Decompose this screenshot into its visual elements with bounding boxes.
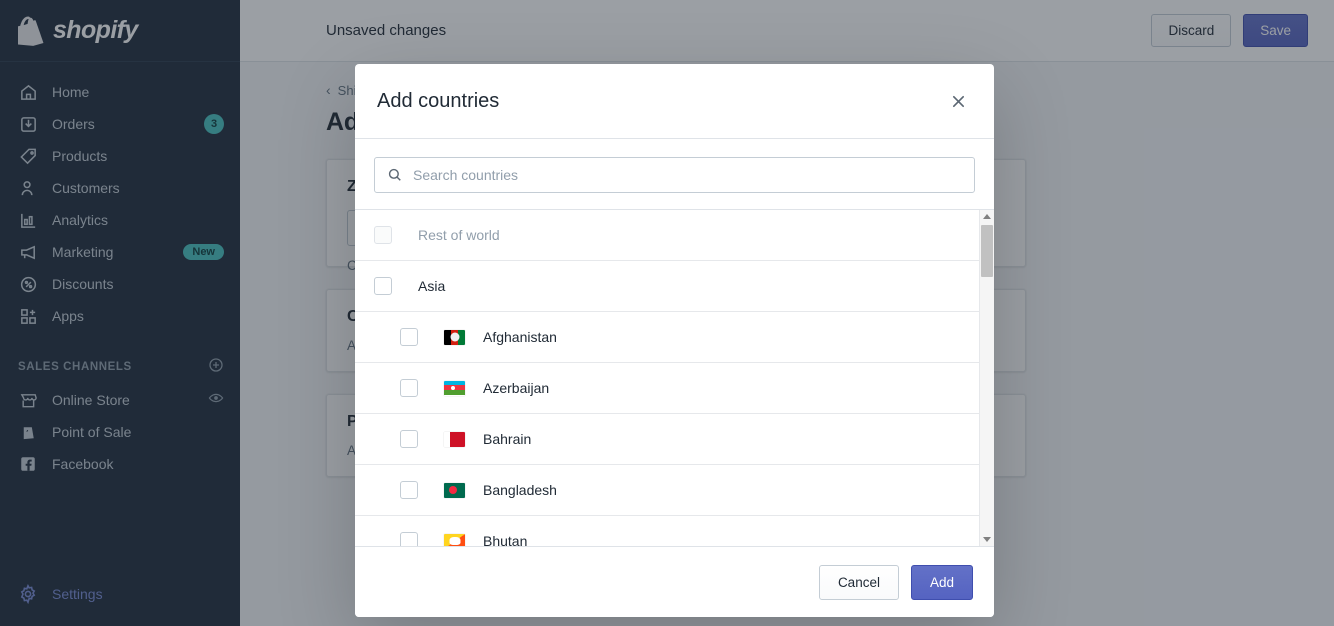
list-item-asia-group[interactable]: Asia [355, 261, 979, 312]
list-item-rest-of-world[interactable]: Rest of world [355, 210, 979, 261]
flag-bahrain-icon [444, 431, 465, 447]
close-icon[interactable] [944, 87, 972, 115]
search-field-wrapper[interactable] [374, 157, 975, 193]
list-item-azerbaijan[interactable]: Azerbaijan [355, 363, 979, 414]
checkbox[interactable] [400, 481, 418, 499]
checkbox[interactable] [400, 532, 418, 546]
scroll-up-arrow-icon[interactable] [980, 210, 994, 223]
checkbox[interactable] [400, 379, 418, 397]
checkbox[interactable] [374, 226, 392, 244]
modal-title: Add countries [377, 89, 500, 112]
list-item-label: Azerbaijan [483, 380, 550, 396]
list-item-bahrain[interactable]: Bahrain [355, 414, 979, 465]
add-countries-modal: Add countries Rest of [355, 64, 994, 617]
checkbox[interactable] [400, 430, 418, 448]
flag-afghanistan-icon [444, 329, 465, 345]
checkbox[interactable] [374, 277, 392, 295]
search-icon [387, 167, 403, 183]
list-item-label: Bangladesh [483, 482, 557, 498]
cancel-button[interactable]: Cancel [818, 564, 899, 600]
flag-bhutan-icon [444, 533, 465, 546]
list-item-afghanistan[interactable]: Afghanistan [355, 312, 979, 363]
flag-azerbaijan-icon [444, 380, 465, 396]
list-item-label: Bahrain [483, 431, 532, 447]
modal-search-section [355, 139, 994, 209]
list-item-label: Rest of world [418, 227, 500, 243]
scrollbar-thumb[interactable] [981, 225, 993, 277]
list-item-bhutan[interactable]: Bhutan [355, 516, 979, 546]
country-list-scrollbar[interactable] [979, 210, 994, 546]
list-item-label: Bhutan [483, 533, 528, 546]
add-button[interactable]: Add [910, 564, 973, 600]
modal-header: Add countries [355, 64, 994, 139]
scroll-down-arrow-icon[interactable] [980, 533, 994, 546]
list-item-bangladesh[interactable]: Bangladesh [355, 465, 979, 516]
shopify-admin-app: shopify Home Orders 3 Products Customers… [0, 0, 1334, 626]
country-list: Rest of world Asia Afghanistan Azerbaija… [355, 210, 979, 546]
flag-bangladesh-icon [444, 482, 465, 498]
checkbox[interactable] [400, 328, 418, 346]
country-list-wrapper: Rest of world Asia Afghanistan Azerbaija… [355, 209, 994, 546]
search-countries-input[interactable] [413, 158, 974, 192]
list-item-label: Afghanistan [483, 329, 557, 345]
modal-footer: Cancel Add [355, 546, 994, 617]
list-item-label: Asia [418, 278, 446, 294]
